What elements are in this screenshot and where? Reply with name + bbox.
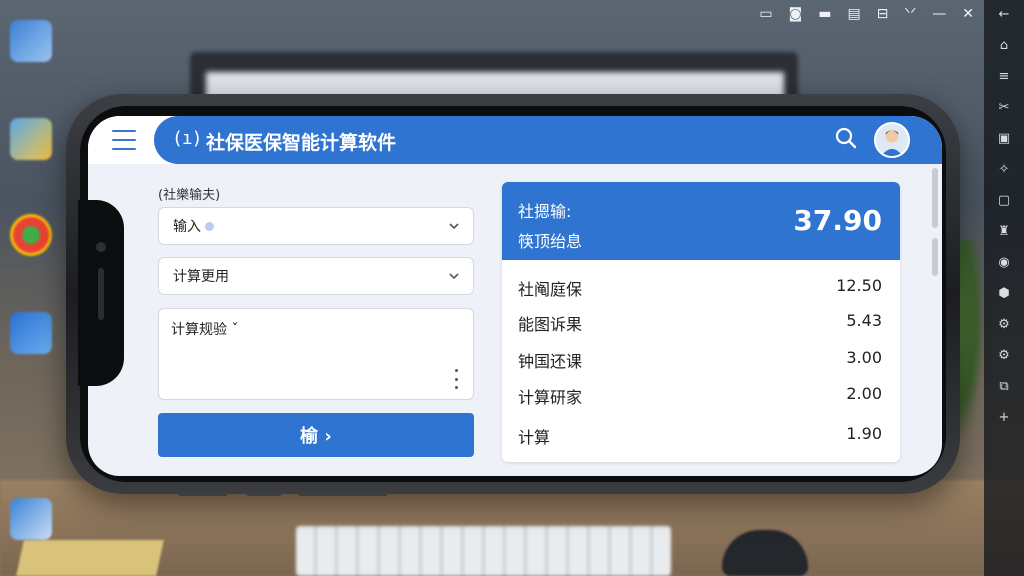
sparkle-icon[interactable]: ✧ <box>999 161 1010 179</box>
result-row-label: 能图诉果 <box>518 315 583 334</box>
result-row-label: 钟国还课 <box>518 352 583 371</box>
scissors-icon[interactable]: ✂ <box>999 99 1010 117</box>
calculation-type-label: 计算更用 <box>173 269 229 285</box>
taskbar-icon-1[interactable]: ▭ <box>759 6 772 22</box>
folder-icon[interactable]: ▢ <box>998 192 1010 210</box>
scrollbar[interactable] <box>932 168 938 276</box>
user-avatar-icon <box>876 124 908 156</box>
screenshot-icon[interactable]: ▣ <box>998 130 1010 148</box>
result-row: 社阄庭保 12.50 <box>502 268 900 304</box>
taskbar-icon-3[interactable]: ▬ <box>818 6 831 22</box>
result-total: 37.90 <box>793 204 882 237</box>
status-dot-icon <box>205 221 214 231</box>
app-header: (ı) 社保医保智能计算软件 <box>88 116 942 164</box>
result-row-label: 计算研家 <box>518 388 583 407</box>
taskbar-icon-4[interactable]: ▤ <box>847 6 860 22</box>
taskbar-icon-5[interactable]: ⊟ <box>877 6 889 22</box>
app-title: 社保医保智能计算软件 <box>206 132 397 154</box>
more-options-icon[interactable] <box>455 369 459 389</box>
background-keyboard <box>296 526 671 576</box>
desktop-icon-5[interactable] <box>10 498 52 540</box>
background-notepad <box>16 540 164 576</box>
avatar[interactable] <box>874 122 910 158</box>
desktop-icon-browser[interactable] <box>10 214 52 256</box>
result-row-value: 5.43 <box>846 311 882 330</box>
back-arrow-icon[interactable]: ← <box>999 6 1010 24</box>
hamburger-menu-icon[interactable] <box>112 130 136 150</box>
phone-side-buttons <box>178 490 388 500</box>
textarea-label: 计算规验 ˇ <box>171 322 239 338</box>
result-header: 社摁输: 筷顶绐息 37.90 <box>502 182 900 260</box>
desktop-icon-4[interactable] <box>10 312 52 354</box>
top-taskbar: ▭ ◙ ▬ ▤ ⊟ ᐠᐟ — ✕ <box>590 0 1024 28</box>
submit-button[interactable]: 榆 › <box>158 413 474 457</box>
calculation-type-select[interactable]: 计算更用 <box>158 257 474 295</box>
input-dropdown[interactable]: 输入 <box>158 207 474 245</box>
taskbar-icon-6[interactable]: ᐠᐟ <box>904 6 916 22</box>
result-header-label: 社摁输: <box>518 202 572 221</box>
result-row-value: 12.50 <box>836 276 882 295</box>
signal-icon: (ı) <box>172 128 202 149</box>
result-row-value: 3.00 <box>846 348 882 367</box>
minimize-icon[interactable]: — <box>932 6 946 22</box>
chevron-down-icon <box>449 273 459 280</box>
desktop-icon-1[interactable] <box>10 20 52 62</box>
result-row: 计算 1.90 <box>502 416 900 452</box>
speaker-grille <box>98 268 104 320</box>
list-icon[interactable]: ≡ <box>999 68 1010 86</box>
tower-icon[interactable]: ♜ <box>998 223 1010 241</box>
app-screen: (ı) 社保医保智能计算软件 (社樂输夫) 输入 计算更用 计算规验 ˇ 榆 ›… <box>88 116 942 476</box>
record-icon[interactable]: ◉ <box>998 254 1009 272</box>
right-toolbar: ← ⌂ ≡ ✂ ▣ ✧ ▢ ♜ ◉ ⬢ ⚙ ⚙ ⧉ + <box>984 0 1024 576</box>
calculation-rules-textarea[interactable]: 计算规验 ˇ <box>158 308 474 400</box>
result-row: 钟国还课 3.00 <box>502 340 900 376</box>
chevron-down-icon <box>449 223 459 230</box>
result-card: 社摁输: 筷顶绐息 37.90 社阄庭保 12.50 能图诉果 5.43 钟国还… <box>502 182 900 462</box>
gear-icon[interactable]: ⚙ <box>998 347 1010 365</box>
result-row-value: 2.00 <box>846 384 882 403</box>
close-icon[interactable]: ✕ <box>962 6 974 22</box>
camera-icon <box>96 242 106 252</box>
result-row: 能图诉果 5.43 <box>502 303 900 339</box>
shield-icon[interactable]: ⬢ <box>998 285 1009 303</box>
result-row-label: 社阄庭保 <box>518 280 583 299</box>
window-icon[interactable]: ⧉ <box>999 378 1008 396</box>
add-icon[interactable]: + <box>999 409 1010 427</box>
result-row-label: 计算 <box>518 428 551 447</box>
result-row: 计算研家 2.00 <box>502 376 900 412</box>
search-icon[interactable] <box>834 126 858 150</box>
input-dropdown-label: 输入 <box>173 219 201 235</box>
result-row-value: 1.90 <box>846 424 882 443</box>
result-header-sublabel: 筷顶绐息 <box>518 232 583 251</box>
form-caption: (社樂输夫) <box>158 188 221 203</box>
desktop-icon-2[interactable] <box>10 118 52 160</box>
home-icon[interactable]: ⌂ <box>1000 37 1008 55</box>
settings-icon[interactable]: ⚙ <box>998 316 1010 334</box>
taskbar-icon-2[interactable]: ◙ <box>789 6 803 22</box>
